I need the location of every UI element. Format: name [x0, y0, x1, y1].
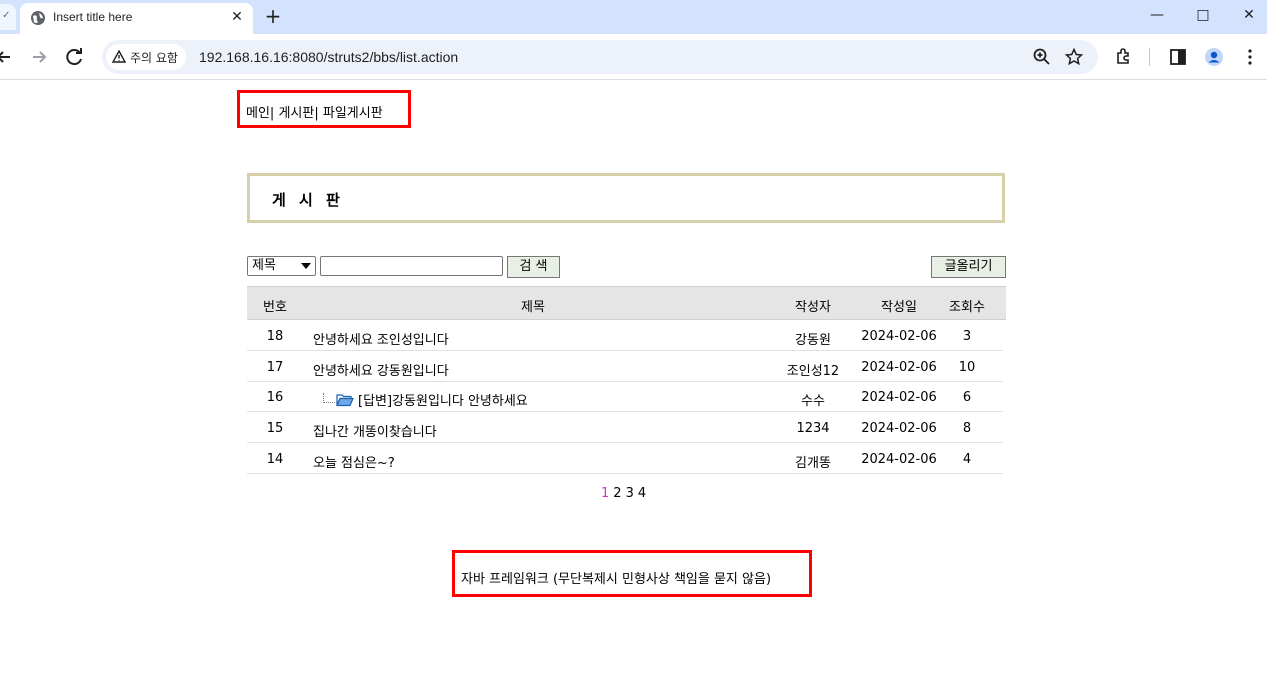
- tab-title: Insert title here: [53, 10, 133, 24]
- top-menu: 메인| 게시판| 파일게시판: [246, 102, 383, 121]
- header-writer: 작성자: [795, 300, 831, 315]
- zoom-icon[interactable]: [1032, 47, 1052, 67]
- header-hits: 조회수: [949, 300, 985, 315]
- row-subject-link[interactable]: 오늘 점심은~?: [313, 452, 395, 471]
- header-subject: 제목: [521, 300, 545, 315]
- table-header: 번호 제목 작성자 작성일 조회수: [247, 286, 1006, 320]
- star-icon[interactable]: [1064, 47, 1084, 67]
- page-title: 게 시 판: [272, 191, 344, 209]
- search-button[interactable]: 검 색: [507, 256, 560, 278]
- new-tab-button[interactable]: +: [262, 5, 284, 27]
- row-subject-link[interactable]: 안녕하세요 강동원입니다: [313, 360, 449, 379]
- row-date: 2024-02-06: [861, 452, 937, 467]
- row-hits: 10: [958, 360, 976, 375]
- page-link[interactable]: 2: [613, 486, 621, 501]
- row-date: 2024-02-06: [861, 421, 937, 436]
- open-folder-icon: [336, 394, 354, 407]
- row-subject-link[interactable]: 안녕하세요 조인성입니다: [313, 329, 449, 348]
- extensions-icon[interactable]: [1114, 47, 1134, 67]
- table-row: 18 안녕하세요 조인성입니다 강동원 2024-02-06 3: [247, 320, 1003, 351]
- row-num: 16: [266, 390, 284, 405]
- globe-icon: [31, 11, 45, 25]
- window-close-button[interactable]: ✕: [1226, 2, 1267, 28]
- row-writer: 1234: [796, 421, 830, 436]
- row-writer: 수수: [801, 394, 825, 409]
- toolbar-divider: [1149, 48, 1150, 66]
- tab-search-button[interactable]: ✓: [0, 4, 16, 30]
- reply-line-icon: [323, 393, 335, 403]
- page-link-current[interactable]: 1: [601, 486, 609, 501]
- search-bar: 제목 검 색 글올리기: [247, 256, 1006, 280]
- profile-avatar-icon[interactable]: [1204, 47, 1224, 67]
- table-row: 17 안녕하세요 강동원입니다 조인성12 2024-02-06 10: [247, 351, 1003, 382]
- close-icon[interactable]: ✕: [228, 8, 246, 26]
- chevron-down-icon: [301, 263, 311, 269]
- row-date: 2024-02-06: [861, 390, 937, 405]
- page-link[interactable]: 3: [626, 486, 634, 501]
- row-subject-link[interactable]: [답변]강동원입니다 안녕하세요: [358, 394, 528, 409]
- side-panel-icon[interactable]: [1168, 47, 1188, 67]
- minimize-button[interactable]: —: [1134, 2, 1180, 28]
- row-num: 14: [266, 452, 284, 467]
- browser-tab-active[interactable]: Insert title here ✕: [20, 3, 253, 34]
- header-num: 번호: [263, 300, 287, 315]
- search-input[interactable]: [320, 256, 503, 276]
- address-bar[interactable]: 주의 요함 192.168.16.16:8080/struts2/bbs/lis…: [102, 40, 1098, 74]
- row-hits: 4: [962, 452, 972, 467]
- menu-main-link[interactable]: 메인: [246, 106, 270, 121]
- board-title-box: 게 시 판: [247, 173, 1005, 223]
- row-writer: 조인성12: [786, 364, 840, 379]
- maximize-button[interactable]: □: [1180, 2, 1226, 28]
- row-subject-link[interactable]: 집나간 개똥이찾습니다: [313, 421, 437, 440]
- menu-separator: |: [269, 106, 275, 121]
- table-row: 15 집나간 개똥이찾습니다 1234 2024-02-06 8: [247, 412, 1003, 443]
- search-field-value: 제목: [252, 258, 276, 273]
- row-hits: 3: [962, 329, 972, 344]
- search-field-select[interactable]: 제목: [247, 256, 316, 276]
- back-icon[interactable]: [0, 45, 16, 69]
- pagination: 1234: [601, 486, 650, 501]
- security-label: 주의 요함: [130, 50, 178, 65]
- row-subject-reply: [답변]강동원입니다 안녕하세요: [313, 390, 528, 409]
- write-post-button[interactable]: 글올리기: [931, 256, 1006, 278]
- row-date: 2024-02-06: [861, 329, 937, 344]
- table-row: 16 [답변]강동원입니다 안녕하세요 수수 2024-02-06 6: [247, 381, 1003, 412]
- row-hits: 6: [962, 390, 972, 405]
- browser-toolbar: 주의 요함 192.168.16.16:8080/struts2/bbs/lis…: [0, 34, 1267, 80]
- table-row: 14 오늘 점심은~? 김개똥 2024-02-06 4: [247, 443, 1003, 474]
- page-content: 메인| 게시판| 파일게시판 게 시 판 제목 검 색 글올리기 번호 제목 작…: [0, 81, 1267, 675]
- browser-tabstrip: ✓ Insert title here ✕ + — □ ✕: [0, 0, 1267, 34]
- footer-highlight: 자바 프레임워크 (무단복제시 민형사상 책임을 묻지 않음): [452, 550, 812, 597]
- menu-kebab-icon[interactable]: [1240, 47, 1260, 67]
- warning-icon: [112, 50, 126, 63]
- row-writer: 김개똥: [795, 456, 831, 471]
- footer-text: 자바 프레임워크 (무단복제시 민형사상 책임을 묻지 않음): [461, 572, 772, 587]
- security-chip[interactable]: 주의 요함: [106, 44, 186, 70]
- url-text[interactable]: 192.168.16.16:8080/struts2/bbs/list.acti…: [199, 49, 458, 65]
- menu-board-link[interactable]: 게시판: [278, 106, 314, 121]
- row-num: 17: [266, 360, 284, 375]
- reload-icon[interactable]: [63, 45, 87, 69]
- row-num: 18: [266, 329, 284, 344]
- row-hits: 8: [962, 421, 972, 436]
- chevron-down-icon: ✓: [2, 10, 11, 21]
- header-date: 작성일: [881, 300, 917, 315]
- row-date: 2024-02-06: [861, 360, 937, 375]
- forward-icon[interactable]: [27, 45, 51, 69]
- top-menu-highlight: 메인| 게시판| 파일게시판: [237, 90, 411, 128]
- row-writer: 강동원: [795, 333, 831, 348]
- row-num: 15: [266, 421, 284, 436]
- menu-fileboard-link[interactable]: 파일게시판: [323, 106, 383, 121]
- menu-separator: |: [314, 106, 319, 121]
- page-link[interactable]: 4: [638, 486, 646, 501]
